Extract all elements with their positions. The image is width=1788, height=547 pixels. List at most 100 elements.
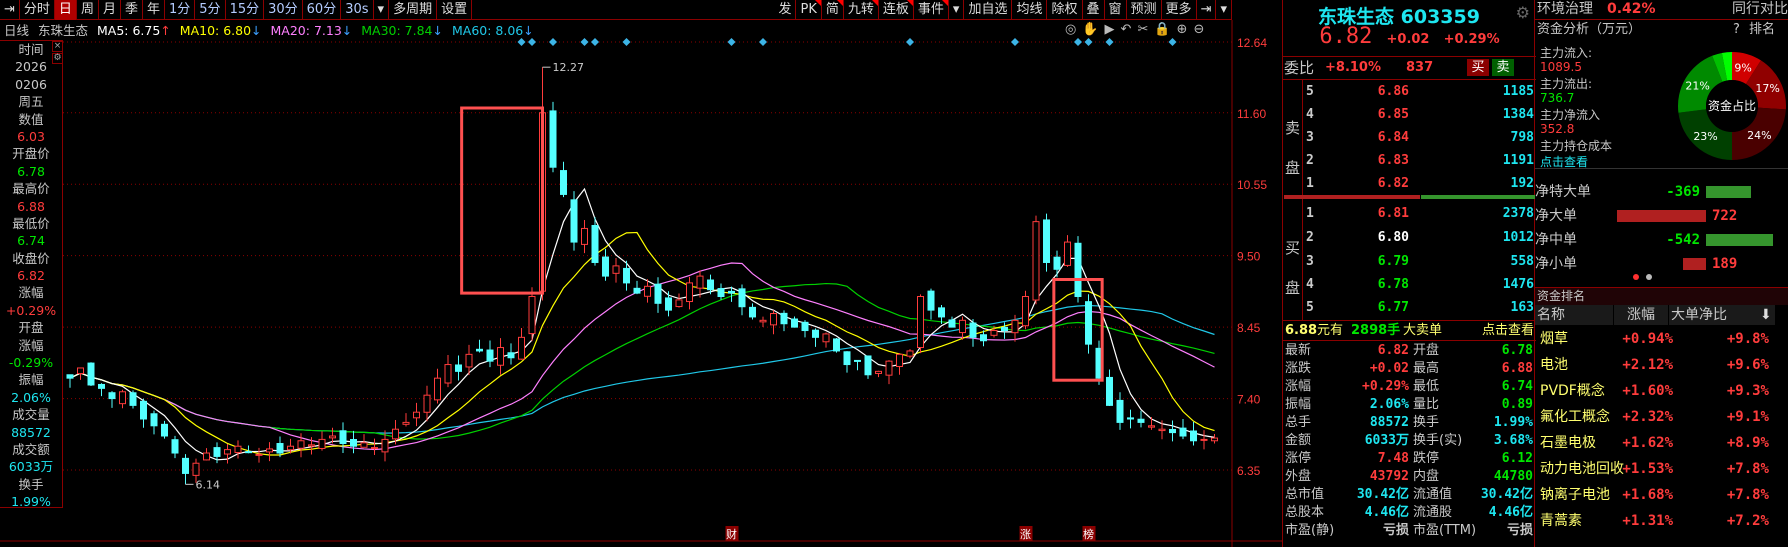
candle-body — [360, 442, 368, 448]
candle-body — [1011, 319, 1019, 334]
bid-level-row[interactable]: 5 6.77 163 — [1283, 297, 1536, 319]
page-dot-active[interactable] — [1633, 274, 1639, 280]
price-extreme-label: 6.14 — [196, 478, 221, 491]
level-price: 6.77 — [1377, 300, 1409, 315]
buy-button[interactable]: 买 — [1467, 59, 1489, 76]
level-volume: 1476 — [1502, 277, 1534, 292]
level-number: 5 — [1306, 300, 1314, 315]
candle-body — [1169, 428, 1176, 434]
y-tick-label: 7.40 — [1237, 393, 1261, 407]
candle-body — [917, 296, 924, 349]
stat-label: 外盘 — [1285, 469, 1312, 484]
net-flow-bar — [1706, 186, 1752, 198]
sector-name: 石墨电极 — [1540, 435, 1596, 451]
rank-row[interactable]: 烟草 +0.94% +9.8% — [1535, 327, 1775, 351]
data-window-item: 换手 — [18, 476, 44, 492]
net-flow-label: 净中单 — [1535, 232, 1577, 248]
level-volume: 1384 — [1502, 107, 1534, 122]
gear-icon[interactable]: ⚙ — [1516, 3, 1530, 22]
candle-body — [654, 283, 662, 304]
stat-value: 6.78 — [1501, 343, 1533, 358]
quote-stat-row: 总市值 30.42亿 流通值 30.42亿 — [1285, 486, 1535, 504]
sort-down-icon[interactable]: ⬇ — [1760, 305, 1772, 325]
rank-row[interactable]: 电池 +2.12% +9.6% — [1535, 353, 1775, 377]
ask-level-row[interactable]: 2 6.83 1191 — [1283, 150, 1536, 172]
fund-flow-panel: 环境治理 0.42% 同行对比 资金分析（万元） ? 排名 主力流入: 1089.… — [1535, 0, 1788, 547]
net-flow-value: 189 — [1712, 256, 1738, 272]
view-details-link[interactable]: 点击查看 — [1482, 321, 1534, 340]
bid-level-row[interactable]: 2 6.80 1012 — [1283, 227, 1536, 249]
help-icon[interactable]: ? — [1733, 20, 1740, 40]
big-order-volume: 2898手 — [1351, 323, 1401, 338]
candle-body — [381, 438, 389, 453]
page-dot[interactable] — [1646, 274, 1652, 280]
ask-level-row[interactable]: 4 6.85 1384 — [1283, 104, 1536, 126]
ask-level-row[interactable]: 1 6.82 192 — [1283, 173, 1536, 195]
event-diamond-icon — [1011, 38, 1019, 46]
candle-body — [287, 445, 294, 451]
bid-level-row[interactable]: 3 6.79 558 — [1283, 251, 1536, 273]
data-window-item: 成交额 — [12, 441, 50, 457]
quote-stat-row: 最新 6.82 开盘 6.78 — [1285, 342, 1535, 360]
gear-icon[interactable]: ⚙ — [52, 53, 63, 64]
candle-body — [885, 360, 893, 376]
candle-body — [203, 452, 210, 461]
sector-change: +1.62% — [1622, 435, 1673, 451]
sell-button[interactable]: 卖 — [1492, 59, 1514, 76]
sector-name[interactable]: 环境治理 — [1537, 0, 1593, 19]
rank-row[interactable]: 动力电池回收 +1.53% +7.8% — [1535, 457, 1775, 481]
sector-row[interactable]: 环境治理 0.42% 同行对比 — [1535, 0, 1788, 20]
price-extreme-label: 12.27 — [553, 61, 585, 74]
candle-body — [927, 290, 935, 311]
bid-level-row[interactable]: 1 6.81 2378 — [1283, 203, 1536, 225]
ask-level-row[interactable]: 5 6.86 1185 — [1283, 81, 1536, 103]
big-order-row[interactable]: 6.88 元有 2898手 大卖单 点击查看 — [1283, 320, 1536, 341]
stat-value: 6.12 — [1501, 451, 1533, 466]
data-window-item: 6.82 — [17, 268, 45, 284]
data-window-item: 开盘 — [18, 320, 44, 336]
candle-body — [759, 319, 767, 323]
candle-body — [738, 288, 746, 308]
big-order-unit: 元有 — [1317, 323, 1344, 338]
candle-body — [675, 299, 683, 308]
rank-row[interactable]: PVDF概念 +1.60% +9.3% — [1535, 379, 1775, 403]
candlestick-chart[interactable]: 12.64 11.60 10.55 9.50 8.45 7.40 6.35 6.14 12.27… — [0, 0, 1282, 547]
sector-name: 动力电池回收 — [1540, 461, 1624, 477]
rank-link[interactable]: 排名 — [1749, 20, 1775, 40]
view-cost-link[interactable]: 点击查看 — [1540, 153, 1588, 170]
candle-body — [570, 199, 578, 243]
stat-value: 6.82 — [1377, 343, 1409, 358]
peer-compare-link[interactable]: 同行对比 — [1732, 0, 1788, 19]
rank-row[interactable]: 氟化工概念 +2.32% +9.1% — [1535, 405, 1775, 429]
candle-body — [633, 287, 641, 294]
buy-volume-bar — [1421, 195, 1535, 199]
close-icon[interactable]: × — [52, 41, 63, 52]
candle-body — [612, 265, 620, 274]
stat-value: 88572 — [1369, 415, 1409, 430]
quote-stat-row: 外盘 43792 内盘 44780 — [1285, 468, 1535, 486]
data-window-item: 6.88 — [17, 198, 45, 214]
rank-row[interactable]: 钠离子电池 +1.68% +7.8% — [1535, 483, 1775, 507]
data-window-item: 周五 — [18, 94, 44, 110]
col-big-order-ratio[interactable]: 大单净比 — [1671, 305, 1727, 325]
candle-body — [581, 227, 588, 245]
candle-body — [1053, 256, 1061, 270]
sell-volume-bar — [1284, 195, 1420, 199]
net-flow-bar — [1706, 234, 1773, 246]
col-name[interactable]: 名称 — [1537, 305, 1565, 325]
candle-body — [119, 391, 126, 405]
ask-level-row[interactable]: 3 6.84 798 — [1283, 127, 1536, 149]
col-change[interactable]: 涨幅 — [1613, 305, 1669, 325]
net-flow-row: 净中单 -542 — [1535, 229, 1788, 251]
candle-body — [938, 307, 945, 318]
stat-value: 44780 — [1493, 469, 1533, 484]
level-volume: 1012 — [1502, 230, 1534, 245]
rank-row[interactable]: 石墨电极 +1.62% +8.9% — [1535, 431, 1775, 455]
stat-label: 总市值 — [1285, 487, 1325, 502]
candle-body — [1001, 326, 1008, 332]
candle-body — [455, 364, 462, 372]
candle-body — [507, 352, 515, 359]
donut-center-label: 资金占比 — [1708, 98, 1756, 113]
rank-row[interactable]: 青蒿素 +1.31% +7.2% — [1535, 509, 1775, 533]
bid-level-row[interactable]: 4 6.78 1476 — [1283, 274, 1536, 296]
